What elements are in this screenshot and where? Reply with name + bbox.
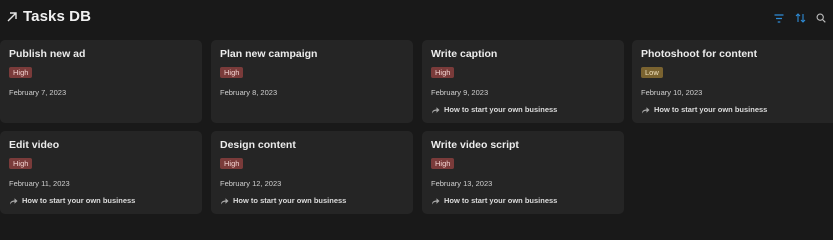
priority-badge: High [220, 67, 244, 78]
task-card[interactable]: Edit video High February 11, 2023 How to… [0, 131, 202, 214]
relation-link[interactable]: How to start your own business [641, 105, 829, 115]
relation-label: How to start your own business [22, 196, 136, 205]
card-title: Write caption [431, 48, 498, 60]
priority-badge: High [9, 158, 33, 169]
card-date: February 13, 2023 [431, 179, 493, 188]
card-title: Design content [220, 139, 296, 151]
priority-badge: High [431, 67, 455, 78]
task-card[interactable]: Plan new campaign High February 8, 2023 [211, 40, 413, 123]
relation-link[interactable]: How to start your own business [220, 196, 404, 206]
priority-badge: High [220, 158, 244, 169]
card-title: Photoshoot for content [641, 48, 758, 60]
card-date: February 10, 2023 [641, 88, 703, 97]
relation-label: How to start your own business [444, 196, 558, 205]
card-date: February 9, 2023 [431, 88, 489, 97]
priority-badge: High [9, 67, 33, 78]
card-title: Plan new campaign [220, 48, 318, 60]
task-card[interactable]: Photoshoot for content Low February 10, … [632, 40, 833, 123]
card-date: February 12, 2023 [220, 179, 282, 188]
view-toolbar [773, 12, 827, 24]
relation-label: How to start your own business [233, 196, 347, 205]
arrow-up-right-icon [6, 11, 18, 23]
forward-arrow-icon [9, 197, 18, 205]
database-header: Tasks DB [0, 0, 833, 36]
relation-label: How to start your own business [654, 105, 768, 114]
card-date: February 11, 2023 [9, 179, 70, 188]
sort-icon[interactable] [794, 12, 806, 24]
database-title: Tasks DB [23, 8, 92, 25]
relation-link[interactable]: How to start your own business [9, 196, 193, 206]
priority-badge: Low [641, 67, 663, 78]
task-card[interactable]: Write caption High February 9, 2023 How … [422, 40, 624, 123]
search-icon[interactable] [815, 12, 827, 24]
priority-badge: High [431, 158, 455, 169]
card-title: Edit video [9, 139, 60, 151]
task-card[interactable]: Publish new ad High February 7, 2023 [0, 40, 202, 123]
forward-arrow-icon [431, 197, 440, 205]
task-card[interactable]: Write video script High February 13, 202… [422, 131, 624, 214]
forward-arrow-icon [641, 106, 650, 114]
relation-link[interactable]: How to start your own business [431, 105, 615, 115]
card-title: Publish new ad [9, 48, 86, 60]
database-title-link[interactable]: Tasks DB [6, 8, 91, 25]
forward-arrow-icon [220, 197, 229, 205]
task-card[interactable]: Design content High February 12, 2023 Ho… [211, 131, 413, 214]
card-date: February 7, 2023 [9, 88, 67, 97]
relation-link[interactable]: How to start your own business [431, 196, 615, 206]
relation-label: How to start your own business [444, 105, 558, 114]
card-date: February 8, 2023 [220, 88, 278, 97]
filter-icon[interactable] [773, 12, 785, 24]
card-title: Write video script [431, 139, 519, 151]
forward-arrow-icon [431, 106, 440, 114]
